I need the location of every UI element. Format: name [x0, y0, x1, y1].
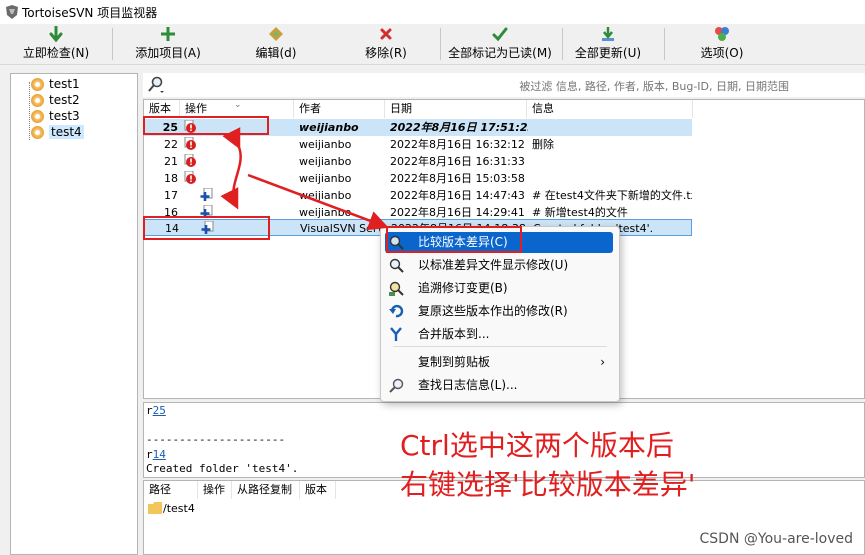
- annotation-line-1: Ctrl选中这两个版本后: [400, 429, 674, 462]
- annotation-line-2: 右键选择'比较版本差异': [400, 468, 696, 501]
- watermark: CSDN @You-are-loved: [699, 531, 853, 547]
